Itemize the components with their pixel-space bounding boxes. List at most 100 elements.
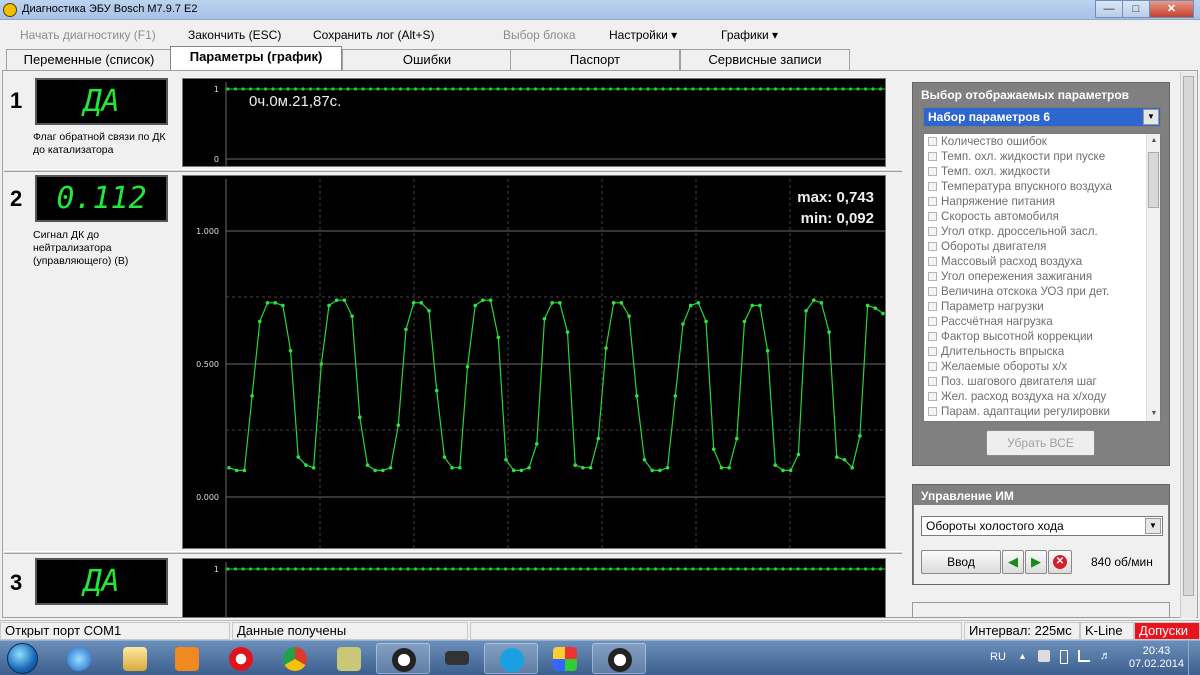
checkbox[interactable] — [928, 407, 937, 416]
param-list-item[interactable]: Поз. шагового двигателя шаг — [924, 374, 1160, 389]
checkbox[interactable] — [928, 182, 937, 191]
panel-divider-1[interactable] — [4, 169, 902, 172]
volume-icon[interactable]: ♬ — [1100, 650, 1111, 662]
param-list-item[interactable]: Обороты двигателя — [924, 239, 1160, 254]
taskbar-opera[interactable] — [214, 643, 268, 674]
menu-select-block[interactable]: Выбор блока — [503, 28, 576, 42]
taskbar-chrome[interactable] — [268, 643, 322, 674]
tab-variables-list[interactable]: Переменные (список) — [6, 49, 172, 70]
menu-graphs[interactable]: Графики ▾ — [721, 28, 778, 42]
taskbar-diag-2[interactable] — [592, 643, 646, 674]
checkbox[interactable] — [928, 347, 937, 356]
flag-point — [616, 87, 620, 91]
taskbar-diag-1[interactable] — [376, 643, 430, 674]
param-list-item[interactable]: Темп. охл. жидкости — [924, 164, 1160, 179]
checkbox[interactable] — [928, 257, 937, 266]
window-scrollbar-thumb[interactable] — [1183, 76, 1194, 596]
param-list-item[interactable]: Массовый расход воздуха — [924, 254, 1160, 269]
remove-all-button[interactable]: Убрать ВСЕ — [986, 430, 1095, 456]
checkbox[interactable] — [928, 227, 937, 236]
param-list-item[interactable]: Температура впускного воздуха — [924, 179, 1160, 194]
tab-errors[interactable]: Ошибки — [342, 49, 512, 70]
language-indicator[interactable]: RU — [990, 651, 1006, 663]
tray-expand-icon[interactable]: ▲ — [1018, 651, 1027, 661]
checkbox[interactable] — [928, 287, 937, 296]
flag-point — [316, 87, 320, 91]
window-scrollbar[interactable] — [1180, 72, 1196, 618]
arrow-right-icon[interactable]: ▶ — [1025, 550, 1047, 574]
param-list-item[interactable]: Длительность впрыска — [924, 344, 1160, 359]
checkbox[interactable] — [928, 392, 937, 401]
chevron-down-icon[interactable]: ▼ — [1145, 518, 1161, 534]
scroll-thumb[interactable] — [1148, 152, 1159, 208]
param-list-item[interactable]: Количество ошибок — [924, 134, 1160, 149]
param-list-item-label: Темп. охл. жидкости — [941, 165, 1051, 178]
param-list-item[interactable]: Скорость автомобиля — [924, 209, 1160, 224]
clock[interactable]: 20:43 07.02.2014 — [1129, 645, 1184, 671]
param-list-item[interactable]: Желаемые обороты х/х — [924, 359, 1160, 374]
menu-save-log[interactable]: Сохранить лог (Alt+S) — [313, 28, 435, 42]
checkbox[interactable] — [928, 302, 937, 311]
taskbar-cable-app[interactable] — [322, 643, 376, 674]
flag-point — [676, 567, 680, 571]
arrow-left-icon[interactable]: ◀ — [1002, 550, 1024, 574]
checkbox[interactable] — [928, 272, 937, 281]
param-list-item[interactable]: Парам. адаптации регулировки — [924, 404, 1160, 419]
tab-service-records[interactable]: Сервисные записи — [680, 49, 850, 70]
actuator-select[interactable]: Обороты холостого хода ▼ — [921, 516, 1163, 536]
checkbox[interactable] — [928, 332, 937, 341]
signal-point — [404, 327, 408, 332]
signal-point — [650, 468, 654, 473]
close-button[interactable]: ✕ — [1149, 0, 1194, 18]
param-list-item[interactable]: Рассчётная нагрузка — [924, 314, 1160, 329]
checkbox[interactable] — [928, 152, 937, 161]
battery-icon[interactable] — [1060, 650, 1068, 664]
tab-parameters-graph[interactable]: Параметры (график) — [170, 46, 342, 70]
start-button[interactable] — [4, 641, 42, 675]
params-list-scrollbar[interactable]: ▲ ▼ — [1146, 134, 1160, 421]
checkbox[interactable] — [928, 242, 937, 251]
panel-divider-2[interactable] — [4, 551, 902, 554]
param-list-item[interactable]: Фактор высотной коррекции — [924, 329, 1160, 344]
taskbar-explorer[interactable] — [108, 643, 162, 674]
param-list-item[interactable]: Темп. охл. жидкости при пуске — [924, 149, 1160, 164]
flag-point — [488, 87, 493, 91]
minimize-button[interactable]: — — [1095, 0, 1123, 18]
taskbar-paint[interactable] — [538, 643, 592, 674]
status-tolerances[interactable]: Допуски — [1134, 622, 1200, 640]
menu-stop[interactable]: Закончить (ESC) — [188, 28, 281, 42]
checkbox[interactable] — [928, 317, 937, 326]
checkbox[interactable] — [928, 362, 937, 371]
param-list-item[interactable]: Жел. расход воздуха на х/ходу — [924, 389, 1160, 404]
flag-point — [428, 567, 433, 571]
maximize-button[interactable]: □ — [1122, 0, 1150, 18]
show-desktop-button[interactable] — [1188, 641, 1200, 675]
stop-icon[interactable]: ✕ — [1048, 550, 1072, 574]
param-list-item[interactable]: Величина отскока УОЗ при дет. — [924, 284, 1160, 299]
menu-settings[interactable]: Настройки ▾ — [609, 28, 677, 42]
param-list-item[interactable]: Параметр нагрузки — [924, 299, 1160, 314]
taskbar-chip[interactable] — [430, 643, 484, 674]
checkbox[interactable] — [928, 167, 937, 176]
param-list-item[interactable]: Угол откр. дроссельной засл. — [924, 224, 1160, 239]
flag-icon[interactable] — [1038, 650, 1050, 662]
checkbox[interactable] — [928, 377, 937, 386]
taskbar-media[interactable] — [160, 643, 214, 674]
menu-start-diagnostics[interactable]: Начать диагностику (F1) — [20, 28, 156, 42]
scroll-down-icon[interactable]: ▼ — [1147, 407, 1160, 421]
params-listbox[interactable]: Количество ошибок Темп. охл. жидкости при… — [923, 133, 1161, 422]
taskbar-ie[interactable] — [52, 643, 106, 674]
enter-button[interactable]: Ввод — [921, 550, 1001, 574]
checkbox[interactable] — [928, 212, 937, 221]
network-icon[interactable] — [1078, 650, 1090, 662]
param-list-item[interactable]: Напряжение питания — [924, 194, 1160, 209]
scroll-up-icon[interactable]: ▲ — [1147, 134, 1160, 148]
chevron-down-icon[interactable]: ▼ — [1143, 109, 1159, 125]
param-list-item[interactable]: Угол опережения зажигания — [924, 269, 1160, 284]
checkbox[interactable] — [928, 197, 937, 206]
params-set-select[interactable]: Набор параметров 6 ▼ — [923, 107, 1161, 127]
tab-passport[interactable]: Паспорт — [510, 49, 680, 70]
taskbar-skype[interactable] — [484, 643, 538, 674]
signal-point — [658, 468, 662, 473]
checkbox[interactable] — [928, 137, 937, 146]
